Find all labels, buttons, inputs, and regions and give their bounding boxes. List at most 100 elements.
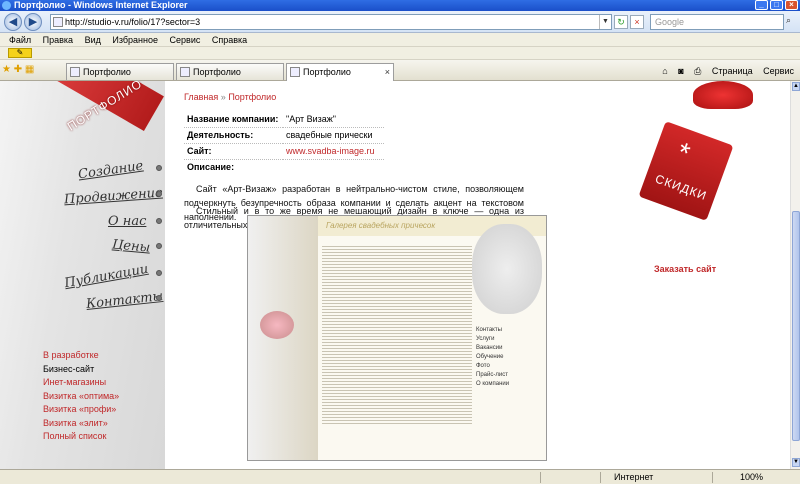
page-icon xyxy=(53,17,63,27)
activity-value: свадебные прически xyxy=(283,127,384,144)
tab-label: Портфолио xyxy=(303,67,351,77)
breadcrumb: Главная » Портфолио xyxy=(184,92,276,102)
project-info-table: Название компании: "Арт Визаж" Деятельнос… xyxy=(184,111,384,175)
address-dropdown-icon[interactable]: ▼ xyxy=(599,15,611,29)
menu-help[interactable]: Справка xyxy=(212,35,247,45)
close-tab-icon[interactable]: × xyxy=(385,64,390,80)
zoom-level[interactable]: 100% xyxy=(740,470,763,484)
back-button[interactable]: ◀ xyxy=(4,13,22,31)
nav-about[interactable]: О нас xyxy=(108,214,146,229)
category-in-progress[interactable]: В разработке xyxy=(43,349,119,363)
site-screenshot-image: Галерея свадебных причесок Контакты Услу… xyxy=(247,215,547,461)
ie-logo-icon xyxy=(2,1,11,10)
menu-bar: Файл Правка Вид Избранное Сервис Справка xyxy=(0,33,800,47)
nav-prices[interactable]: Цены xyxy=(111,237,150,255)
tab-bar: ★ ✚ ▦ Портфолио Портфолио Портфолио × ⌂ ◙… xyxy=(0,60,800,81)
screenshot-menu-item: О компании xyxy=(476,381,510,387)
company-value: "Арт Визаж" xyxy=(283,111,384,128)
status-divider xyxy=(540,472,541,483)
menu-view[interactable]: Вид xyxy=(85,35,101,45)
feeds-icon[interactable]: ◙ xyxy=(678,66,683,76)
activity-label: Деятельность: xyxy=(184,127,283,144)
breadcrumb-separator: » xyxy=(220,92,226,102)
screenshot-menu-item: Прайс-лист xyxy=(476,372,508,378)
order-site-link[interactable]: Заказать сайт xyxy=(654,264,716,274)
favorites-star-icon[interactable]: ★ ✚ ▦ xyxy=(2,64,34,75)
toolbar-logo-icon[interactable]: ✎ xyxy=(8,48,32,58)
search-input[interactable]: Google xyxy=(650,14,784,30)
nav-dot-icon xyxy=(156,218,162,224)
site-link[interactable]: www.svadba-image.ru xyxy=(283,143,384,160)
nav-dot-icon xyxy=(156,165,162,171)
company-label: Название компании: xyxy=(184,111,283,128)
page-icon xyxy=(180,67,190,77)
scrollbar-thumb[interactable] xyxy=(792,211,800,441)
portfolio-category-list: В разработке Бизнес-сайт Инет-магазины В… xyxy=(43,349,119,444)
tab-label: Портфолио xyxy=(83,67,131,77)
command-bar: ⌂ ◙ ⎙ Страница Сервис xyxy=(654,64,794,78)
print-icon[interactable]: ⎙ xyxy=(694,66,701,76)
hairstyle-photo xyxy=(472,224,542,314)
category-card-elit[interactable]: Визитка «элит» xyxy=(43,417,119,431)
category-card-optima[interactable]: Визитка «оптима» xyxy=(43,390,119,404)
gift-bow-icon xyxy=(693,81,753,109)
description-label: Описание: xyxy=(187,162,235,173)
nav-dot-icon xyxy=(156,243,162,249)
address-bar[interactable]: http://studio-v.ru/folio/17?sector=3 ▼ xyxy=(50,14,612,30)
category-business-site[interactable]: Бизнес-сайт xyxy=(43,363,119,377)
menu-tools[interactable]: Сервис xyxy=(170,35,201,45)
nav-dot-icon xyxy=(156,295,162,301)
tab-3[interactable]: Портфолио × xyxy=(286,63,394,81)
tab-2[interactable]: Портфолио xyxy=(176,63,284,80)
minimize-button[interactable]: _ xyxy=(755,0,768,10)
page-icon xyxy=(290,67,300,77)
menu-favorites[interactable]: Избранное xyxy=(112,35,158,45)
screenshot-menu-item: Обучение xyxy=(476,354,504,360)
stop-icon[interactable]: × xyxy=(630,15,644,29)
address-toolbar: ◀ ▶ http://studio-v.ru/folio/17?sector=3… xyxy=(0,11,800,33)
menu-edit[interactable]: Правка xyxy=(43,35,73,45)
discount-tag-label: СКИДКИ xyxy=(653,171,709,204)
category-card-profi[interactable]: Визитка «профи» xyxy=(43,403,119,417)
scroll-down-icon[interactable]: ▼ xyxy=(792,458,800,467)
status-divider xyxy=(600,472,601,483)
breadcrumb-home[interactable]: Главная xyxy=(184,92,218,102)
web-page: ПОРТФОЛИО Создание Продвижение О нас Цен… xyxy=(0,81,790,469)
close-window-button[interactable]: × xyxy=(785,0,798,10)
nav-dot-icon xyxy=(156,270,162,276)
bouquet-image xyxy=(260,311,294,339)
bride-photo xyxy=(248,216,318,460)
url-text: http://studio-v.ru/folio/17?sector=3 xyxy=(65,17,201,27)
tab-label: Портфолио xyxy=(193,67,241,77)
maximize-button[interactable]: □ xyxy=(770,0,783,10)
window-title: Портфолио - Windows Internet Explorer xyxy=(14,0,188,10)
screenshot-menu-item: Услуги xyxy=(476,336,495,342)
page-icon xyxy=(70,67,80,77)
status-divider xyxy=(712,472,713,483)
category-full-list[interactable]: Полный список xyxy=(43,430,119,444)
screenshot-menu: Контакты Услуги Вакансии Обучение Фото П… xyxy=(476,326,509,389)
menu-file[interactable]: Файл xyxy=(9,35,31,45)
links-bar: ✎ xyxy=(0,47,800,60)
nav-dot-icon xyxy=(156,191,162,197)
scroll-up-icon[interactable]: ▲ xyxy=(792,82,800,91)
screenshot-text-block xyxy=(322,244,472,424)
breadcrumb-current[interactable]: Портфолио xyxy=(228,92,276,102)
tab-1[interactable]: Портфолио xyxy=(66,63,174,80)
forward-button[interactable]: ▶ xyxy=(24,13,42,31)
vertical-scrollbar[interactable]: ▲ ▼ xyxy=(790,81,800,469)
discount-tag[interactable]: * СКИДКИ xyxy=(638,121,734,221)
browser-window: Портфолио - Windows Internet Explorer _ … xyxy=(0,0,800,484)
page-menu[interactable]: Страница xyxy=(712,66,753,76)
security-zone: Интернет xyxy=(614,472,654,482)
status-bar: Интернет 100% xyxy=(0,469,800,484)
screenshot-menu-item: Контакты xyxy=(476,327,502,333)
screenshot-menu-item: Вакансии xyxy=(476,345,503,351)
tools-menu[interactable]: Сервис xyxy=(763,66,794,76)
search-icon[interactable]: ⌕ xyxy=(786,15,798,29)
refresh-icon[interactable]: ↻ xyxy=(614,15,628,29)
category-online-stores[interactable]: Инет-магазины xyxy=(43,376,119,390)
screenshot-menu-item: Фото xyxy=(476,363,490,369)
asterisk-icon: * xyxy=(673,136,695,170)
home-icon[interactable]: ⌂ xyxy=(662,66,667,76)
